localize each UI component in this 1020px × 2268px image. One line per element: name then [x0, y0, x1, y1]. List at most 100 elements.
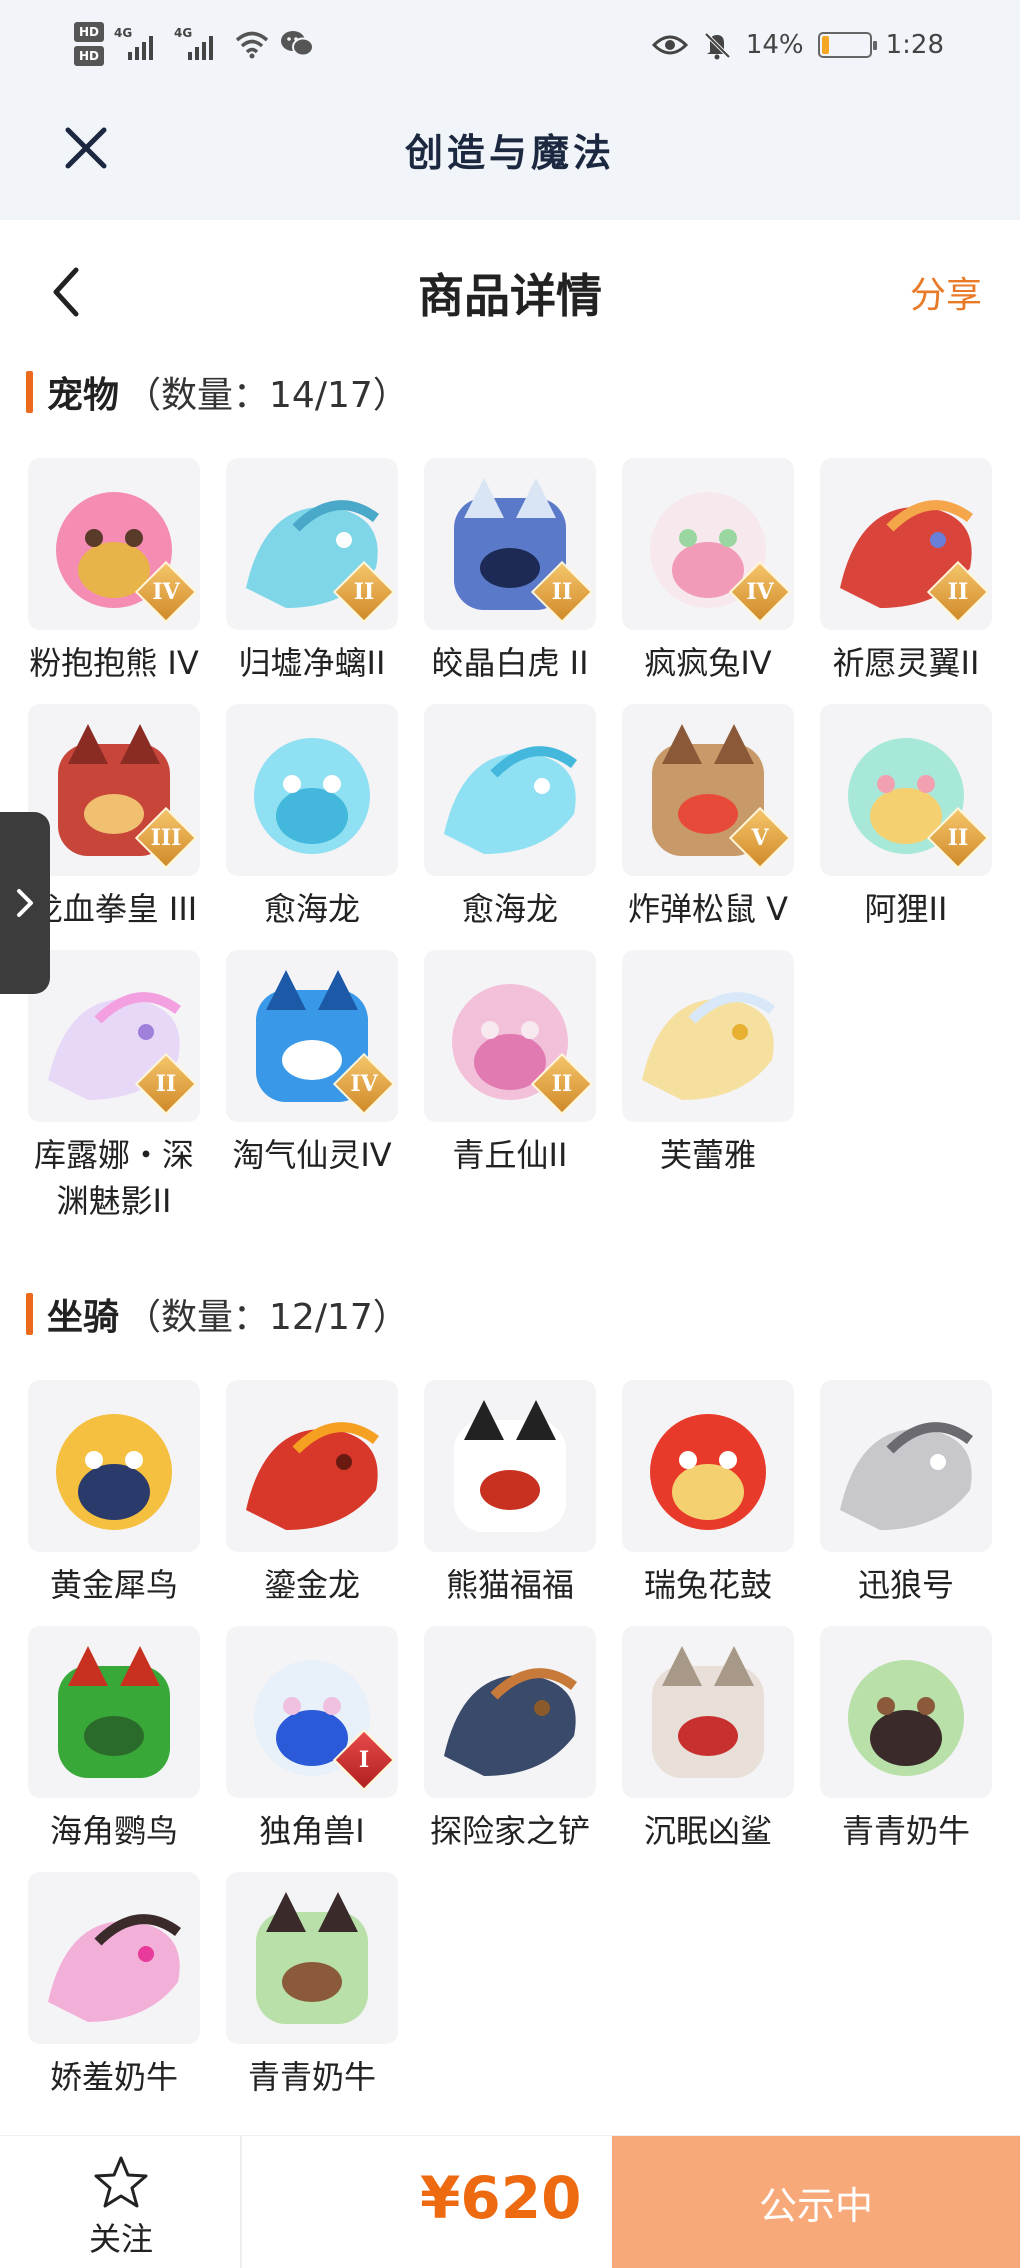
item-thumbnail: III — [28, 704, 200, 876]
section-title: 坐骑 — [47, 1297, 120, 1338]
publicity-status-button[interactable]: 公示中 — [612, 2136, 1020, 2268]
grid-item[interactable]: III 龙血拳皇 III — [24, 704, 204, 932]
item-thumbnail: IV — [226, 950, 398, 1122]
grid-item[interactable]: 娇羞奶牛 — [24, 1872, 204, 2100]
item-name: 疯疯兔IV — [644, 644, 772, 682]
clock: 1:28 — [885, 30, 944, 60]
item-thumbnail: II — [424, 950, 596, 1122]
grid-item[interactable]: II 归墟净螭II — [222, 458, 402, 686]
grid-item[interactable]: 芙蕾雅 — [618, 950, 798, 1178]
chevron-right-icon — [17, 889, 33, 917]
item-name: 愈海龙 — [461, 890, 558, 928]
item-name: 青丘仙II — [452, 1136, 568, 1174]
grid-item[interactable]: 熊猫福福 — [420, 1380, 600, 1608]
grid-item[interactable]: V 炸弹松鼠 V — [618, 704, 798, 932]
grid-item[interactable]: 迅狼号 — [816, 1380, 996, 1608]
grid-item[interactable]: II 皎晶白虎 II — [420, 458, 600, 686]
item-name: 炸弹松鼠 V — [627, 890, 789, 928]
item-thumbnail — [226, 1872, 398, 2044]
item-artwork — [840, 1422, 973, 1530]
item-artwork — [652, 1646, 764, 1778]
battery-icon — [817, 32, 877, 58]
grid-item[interactable]: 青青奶牛 — [222, 1872, 402, 2100]
item-thumbnail — [28, 1626, 200, 1798]
item-thumbnail: IV — [622, 458, 794, 630]
grid-item[interactable]: II 库露娜・深渊魅影II — [24, 950, 204, 1224]
item-thumbnail — [820, 1626, 992, 1798]
wifi-icon — [235, 31, 269, 59]
grid-item[interactable]: IV 粉抱抱熊 IV — [24, 458, 204, 686]
signal-icon: 4G — [114, 24, 164, 64]
item-thumbnail — [424, 1626, 596, 1798]
item-artwork — [246, 1422, 379, 1530]
hd-icon: HD — [74, 46, 104, 66]
pets-section-header: 宠物 （数量：14/17） — [26, 368, 409, 416]
item-thumbnail — [622, 1626, 794, 1798]
grid-item[interactable]: IV 淘气仙灵IV — [222, 950, 402, 1178]
item-thumbnail: IV — [28, 458, 200, 630]
grid-item[interactable]: 鎏金龙 — [222, 1380, 402, 1608]
status-right-group: 14% 1:28 — [651, 30, 944, 60]
grid-item[interactable]: 愈海龙 — [420, 704, 600, 932]
item-artwork — [254, 738, 370, 854]
eye-icon — [651, 35, 688, 55]
item-artwork — [444, 1668, 577, 1776]
item-name: 阿狸II — [864, 890, 948, 928]
section-title: 宠物 — [47, 375, 120, 416]
item-thumbnail — [820, 1380, 992, 1552]
grid-item[interactable]: II 阿狸II — [816, 704, 996, 932]
price: ¥620 — [420, 2164, 582, 2232]
grid-item[interactable]: 青青奶牛 — [816, 1626, 996, 1854]
side-drawer-tab[interactable] — [0, 812, 50, 994]
item-artwork — [444, 746, 577, 854]
item-name: 鎏金龙 — [263, 1566, 360, 1604]
grid-item[interactable]: 沉眠凶鲨 — [618, 1626, 798, 1854]
mounts-section-header: 坐骑 （数量：12/17） — [26, 1290, 409, 1338]
item-name: 青青奶牛 — [247, 2058, 376, 2096]
grid-item[interactable]: IV 疯疯兔IV — [618, 458, 798, 686]
signal-icon: 4G — [174, 24, 224, 64]
grid-item[interactable]: 愈海龙 — [222, 704, 402, 932]
app-topbar: HD HD 4G 4G 14% 1:28 创造与魔法 — [0, 0, 1020, 220]
item-artwork — [848, 1660, 964, 1776]
grid-item[interactable]: 瑞兔花鼓 — [618, 1380, 798, 1608]
item-thumbnail: II — [424, 458, 596, 630]
grid-item[interactable]: 海角鹦鸟 — [24, 1626, 204, 1854]
item-name: 淘气仙灵IV — [232, 1136, 392, 1174]
item-thumbnail: V — [622, 704, 794, 876]
item-thumbnail — [424, 1380, 596, 1552]
item-artwork — [58, 1646, 170, 1778]
grid-item[interactable]: 黄金犀鸟 — [24, 1380, 204, 1608]
follow-button[interactable]: 关注 — [0, 2136, 242, 2268]
grid-item[interactable]: 探险家之铲 — [420, 1626, 600, 1854]
wechat-icon — [281, 31, 314, 57]
mute-bell-icon — [704, 32, 731, 60]
item-name: 愈海龙 — [263, 890, 360, 928]
grid-item[interactable]: II 青丘仙II — [420, 950, 600, 1178]
item-name: 海角鹦鸟 — [49, 1812, 178, 1850]
grid-item[interactable]: I 独角兽I — [222, 1626, 402, 1854]
item-name: 皎晶白虎 II — [431, 644, 589, 682]
item-artwork — [642, 992, 775, 1100]
item-thumbnail — [226, 1380, 398, 1552]
item-name: 归墟净螭II — [238, 644, 386, 682]
hd-indicators: HD HD — [74, 22, 104, 66]
share-button[interactable]: 分享 — [910, 266, 982, 318]
section-count: （数量：12/17） — [125, 1297, 409, 1338]
grid-item[interactable]: II 祈愿灵翼II — [816, 458, 996, 686]
item-thumbnail: I — [226, 1626, 398, 1798]
follow-label: 关注 — [88, 2220, 153, 2258]
item-artwork — [650, 1414, 766, 1530]
item-thumbnail — [622, 1380, 794, 1552]
item-name: 芙蕾雅 — [659, 1136, 756, 1174]
star-icon — [94, 2156, 148, 2208]
item-thumbnail: II — [28, 950, 200, 1122]
hd-icon: HD — [74, 22, 104, 42]
battery-percent: 14% — [745, 30, 804, 60]
item-thumbnail — [622, 950, 794, 1122]
item-name: 沉眠凶鲨 — [643, 1812, 772, 1850]
item-name: 粉抱抱熊 IV — [29, 644, 199, 682]
item-name: 迅狼号 — [857, 1566, 954, 1604]
item-artwork — [56, 1414, 172, 1530]
item-thumbnail — [424, 704, 596, 876]
